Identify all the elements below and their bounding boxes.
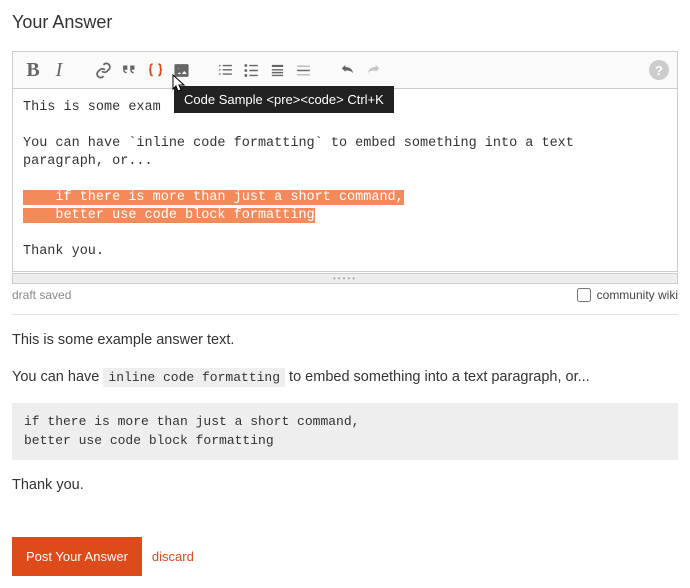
quote-button[interactable] [117, 56, 141, 84]
inline-code: inline code formatting [103, 368, 285, 387]
hr-button[interactable] [291, 56, 315, 84]
braces-icon [147, 62, 164, 79]
preview-paragraph: You can have inline code formatting to e… [12, 366, 678, 389]
discard-link[interactable]: discard [152, 549, 194, 564]
undo-icon [339, 62, 356, 79]
editor-textarea[interactable]: This is some exam You can have `inline c… [13, 88, 677, 271]
page-title: Your Answer [12, 12, 678, 33]
hr-icon [295, 62, 312, 79]
community-wiki-checkbox[interactable] [577, 288, 591, 302]
selected-text: better use code block formatting [23, 208, 315, 223]
draft-status: draft saved [12, 288, 577, 302]
bullet-list-icon [243, 62, 260, 79]
selected-text: if there is more than just a short comma… [23, 190, 404, 205]
link-button[interactable] [91, 56, 115, 84]
link-icon [95, 62, 112, 79]
community-wiki-label[interactable]: community wiki [577, 288, 678, 302]
editor-text: This is some exam [23, 100, 161, 115]
image-icon [173, 62, 190, 79]
ordered-list-icon [217, 62, 234, 79]
olist-button[interactable] [213, 56, 237, 84]
editor-text: paragraph, or... [23, 154, 153, 169]
bold-button[interactable]: B [21, 56, 45, 84]
community-wiki-text: community wiki [597, 288, 678, 302]
preview-paragraph: This is some example answer text. [12, 329, 678, 352]
image-button[interactable] [169, 56, 193, 84]
post-answer-button[interactable]: Post Your Answer [12, 537, 142, 576]
heading-button[interactable] [265, 56, 289, 84]
help-button[interactable]: ? [649, 60, 669, 80]
code-block: if there is more than just a short comma… [12, 403, 678, 459]
editor-text: You can have `inline code formatting` to… [23, 136, 574, 151]
divider [12, 314, 678, 315]
editor-container: B I ? [12, 51, 678, 272]
heading-icon [269, 62, 286, 79]
tooltip: Code Sample <pre><code> Ctrl+K [174, 86, 394, 113]
actions-row: Post Your Answer discard [12, 537, 678, 576]
code-button[interactable] [143, 56, 167, 84]
preview-paragraph: Thank you. [12, 474, 678, 497]
preview-area: This is some example answer text. You ca… [12, 329, 678, 497]
status-row: draft saved community wiki [12, 284, 678, 314]
quote-icon [121, 62, 138, 79]
editor-text: Thank you. [23, 244, 104, 259]
italic-button[interactable]: I [47, 56, 71, 84]
redo-icon [365, 62, 382, 79]
ulist-button[interactable] [239, 56, 263, 84]
resize-grip[interactable] [12, 273, 678, 284]
undo-button[interactable] [335, 56, 359, 84]
redo-button[interactable] [361, 56, 385, 84]
editor-toolbar: B I ? [13, 52, 677, 88]
